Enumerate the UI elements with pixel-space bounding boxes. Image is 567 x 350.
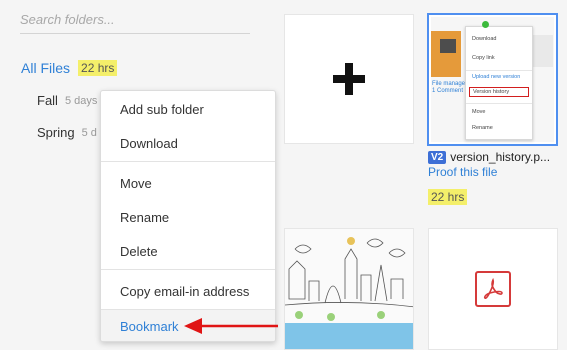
thumb-menu-item: Download [472, 36, 497, 42]
file-name[interactable]: V2 version_history.p... [428, 150, 550, 164]
menu-item-move[interactable]: Move [101, 167, 275, 199]
menu-item-rename[interactable]: Rename [101, 201, 275, 233]
thumb-menu-divider [466, 103, 532, 104]
menu-item-delete[interactable]: Delete [101, 235, 275, 267]
file-tile-sketch[interactable] [284, 228, 414, 350]
file-tile-pdf[interactable] [428, 228, 558, 350]
file-age: 22 hrs [428, 188, 468, 206]
folder-age: 5 d [81, 126, 97, 139]
caption-line: 1 Comment [432, 88, 464, 94]
thumb-menu-item: Rename [472, 125, 493, 131]
thumb-menu-item: Move [472, 109, 486, 115]
file-name-text: version_history.p... [450, 150, 551, 164]
thumb-menu-item: Upload new version [472, 74, 521, 80]
annotation-arrow [184, 318, 278, 334]
thumbnail-caption: File manage 1 Comment [432, 81, 465, 95]
menu-item-add-sub-folder[interactable]: Add sub folder [101, 93, 275, 125]
folder-name: Fall [37, 93, 58, 108]
proof-file-link[interactable]: Proof this file [428, 165, 497, 179]
thumbnail-graphic [440, 39, 456, 53]
plus-icon [333, 63, 365, 95]
folder-spring[interactable]: Spring 5 d [37, 125, 97, 140]
folder-fall[interactable]: Fall 5 days [37, 93, 97, 108]
file-tile-version-history[interactable]: File manage 1 Comment Download Copy link… [427, 13, 558, 146]
folder-search [20, 6, 250, 34]
thumb-menu-item-highlighted: Version history [469, 87, 529, 97]
check-icon [482, 21, 489, 28]
thumbnail-context-menu: Download Copy link Upload new version Ve… [465, 26, 533, 140]
menu-item-copy-email-in-address[interactable]: Copy email-in address [101, 275, 275, 307]
menu-divider [101, 161, 275, 162]
folder-all-files[interactable]: All Files 22 hrs [21, 58, 118, 78]
thumb-menu-item: Copy link [472, 55, 495, 61]
add-file-tile[interactable] [284, 14, 414, 144]
folder-context-menu: Add sub folder Download Move Rename Dele… [100, 90, 276, 342]
version-badge: V2 [428, 150, 447, 164]
folder-age: 5 days [64, 94, 98, 107]
pdf-icon [475, 271, 511, 307]
age-badge: 22 hrs [428, 189, 468, 205]
menu-item-download[interactable]: Download [101, 127, 275, 159]
thumb-menu-divider [466, 70, 532, 71]
search-input[interactable] [20, 6, 250, 32]
thumbnail-graphic [431, 31, 461, 77]
age-badge: 22 hrs [78, 60, 118, 76]
sketch-thumbnail [285, 229, 413, 349]
file-thumbnail: File manage 1 Comment Download Copy link… [431, 17, 554, 142]
caption-line: File manage [432, 81, 466, 87]
folder-name: Spring [37, 125, 75, 140]
menu-divider [101, 269, 275, 270]
folder-name: All Files [21, 60, 71, 76]
